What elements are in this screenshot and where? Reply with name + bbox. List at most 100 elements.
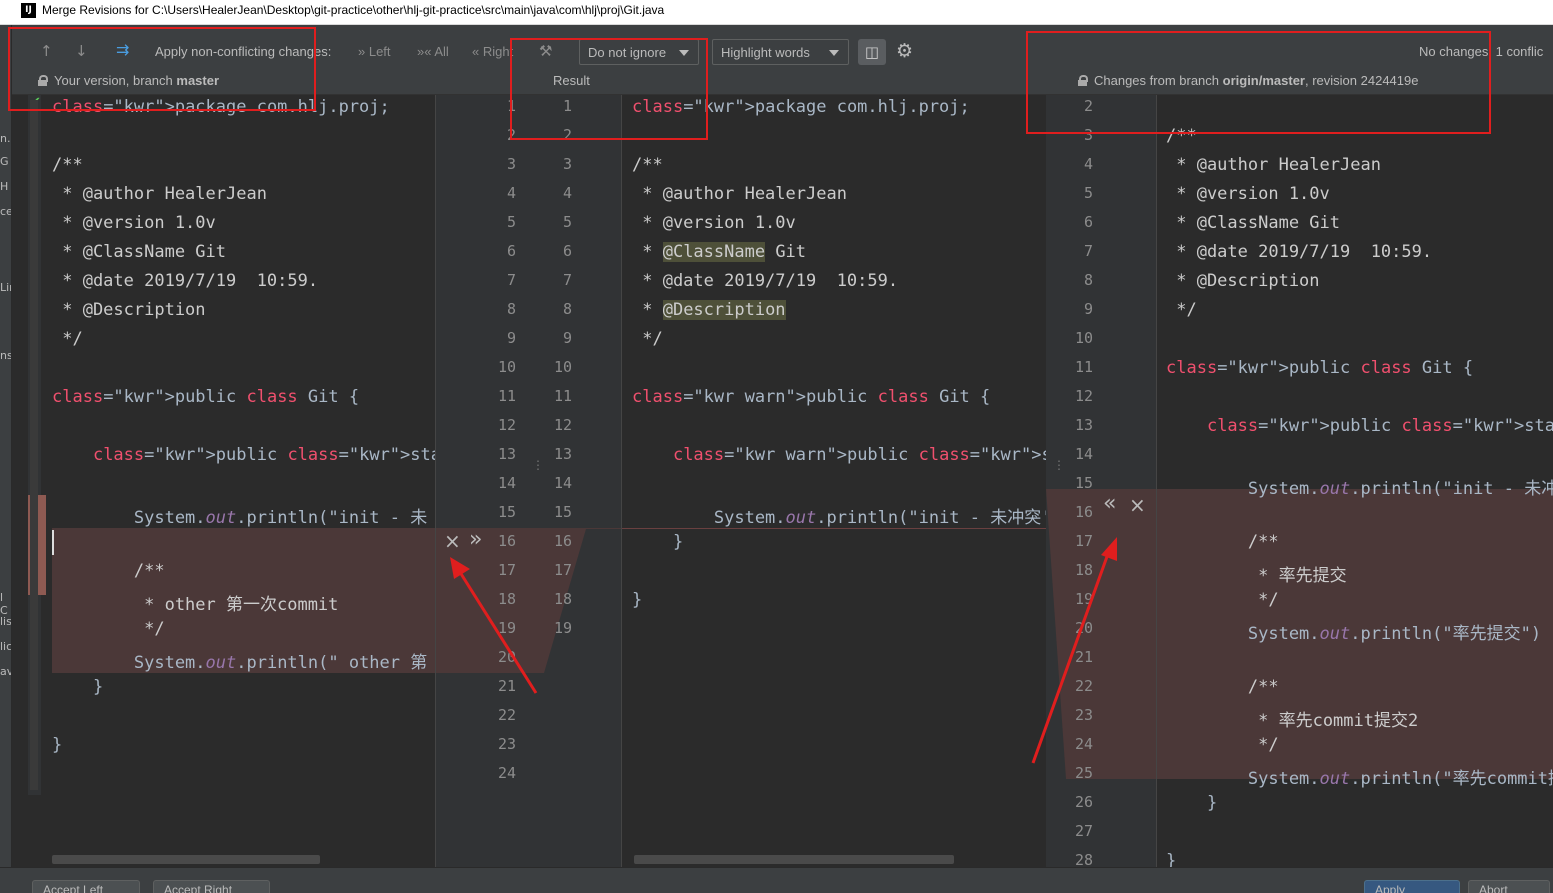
- code-line[interactable]: * @version 1.0v: [52, 213, 216, 242]
- code-line[interactable]: System.out.println("init - 未: [52, 503, 427, 532]
- code-line[interactable]: }: [52, 677, 103, 706]
- line-number: 14: [497, 474, 516, 492]
- code-line[interactable]: class="kwr warn">public class="kwr">stat…: [632, 445, 1046, 474]
- code-line[interactable]: * @Description: [52, 300, 205, 329]
- window-titlebar: IJ Merge Revisions for C:\Users\HealerJe…: [0, 0, 1553, 25]
- code-line[interactable]: /**: [52, 561, 165, 590]
- code-line[interactable]: * @date 2019/7/19 10:59.: [52, 271, 318, 300]
- left-editor-pane[interactable]: ✔ class="kwr">package com.hlj.proj;/** *…: [12, 95, 436, 867]
- result-horizontal-scrollbar[interactable]: [634, 855, 954, 864]
- line-number: 8: [506, 300, 516, 318]
- center-gutter: × » 1 2 3 4 5 6 7 8 9 10 11 12 13 14 15 16 17 18 19 20 21 22 2…: [436, 95, 622, 867]
- accept-left-button[interactable]: Accept Left: [32, 880, 140, 893]
- line-number: 12: [1074, 387, 1093, 405]
- highlight-mode-select[interactable]: Highlight words: [712, 39, 849, 65]
- splitter-grip-icon[interactable]: ⋮: [532, 458, 544, 472]
- line-number: 24: [497, 764, 516, 782]
- code-line[interactable]: */: [52, 329, 82, 358]
- line-number: 13: [1074, 416, 1093, 434]
- background-window-label: G: [0, 155, 9, 168]
- line-number: 4: [562, 184, 572, 202]
- code-line[interactable]: * other 第一次commit: [52, 590, 338, 619]
- line-number: 9: [562, 329, 572, 347]
- code-line[interactable]: * @ClassName Git: [632, 242, 806, 271]
- code-line[interactable]: /**: [52, 155, 83, 184]
- line-number: 7: [562, 271, 572, 289]
- gear-icon[interactable]: ⚙: [896, 40, 913, 62]
- code-line[interactable]: class="kwr">public class Git {: [52, 387, 359, 416]
- line-number: 6: [506, 242, 516, 260]
- code-line[interactable]: * @author HealerJean: [52, 184, 267, 213]
- code-line[interactable]: */: [1166, 590, 1278, 619]
- code-line[interactable]: * @ClassName Git: [1166, 213, 1340, 242]
- line-number: 9: [1083, 300, 1093, 318]
- code-line[interactable]: }: [1166, 851, 1176, 867]
- code-line[interactable]: */: [632, 329, 662, 358]
- accept-right-icon[interactable]: «: [1103, 491, 1116, 516]
- code-line[interactable]: * @author HealerJean: [1166, 155, 1381, 184]
- code-line[interactable]: class="kwr warn">public class Git {: [632, 387, 990, 416]
- line-number: 6: [1083, 213, 1093, 231]
- background-window-label: ns: [0, 349, 12, 362]
- line-number: 14: [1074, 445, 1093, 463]
- right-editor-pane[interactable]: /** * @author HealerJean * @version 1.0v…: [1156, 95, 1553, 867]
- code-line[interactable]: class="kwr">public class="kwr">static cl…: [1166, 416, 1553, 445]
- apply-right-button[interactable]: « Right: [472, 44, 513, 59]
- code-line[interactable]: * @date 2019/7/19 10:59.: [1166, 242, 1432, 271]
- line-number: 15: [497, 503, 516, 521]
- abort-button[interactable]: Abort: [1468, 880, 1550, 893]
- left-vertical-scrollbar[interactable]: [30, 100, 38, 790]
- apply-left-button[interactable]: » Left: [358, 44, 391, 59]
- line-number: 4: [1083, 155, 1093, 173]
- code-line[interactable]: }: [632, 532, 683, 561]
- code-line[interactable]: }: [52, 735, 62, 764]
- code-line[interactable]: System.out.println("init - 未冲: [1166, 474, 1553, 503]
- code-line[interactable]: class="kwr">public class="kwr">static cl…: [52, 445, 436, 474]
- line-number: 4: [506, 184, 516, 202]
- code-line[interactable]: * @version 1.0v: [632, 213, 796, 242]
- apply-all-button[interactable]: »« All: [417, 44, 449, 59]
- code-line[interactable]: System.out.println("率先commit提: [1166, 764, 1553, 793]
- line-number: 23: [497, 735, 516, 753]
- code-line[interactable]: System.out.println(" other 第: [52, 648, 427, 677]
- line-number: 26: [1074, 793, 1093, 811]
- code-line[interactable]: * 率先提交: [1166, 561, 1346, 590]
- sync-scroll-icon[interactable]: ◫: [858, 39, 886, 65]
- intellij-app-icon: IJ: [21, 3, 36, 18]
- code-line[interactable]: System.out.println("init - 未冲突': [632, 503, 1046, 532]
- code-line[interactable]: * @version 1.0v: [1166, 184, 1330, 213]
- code-line[interactable]: */: [52, 619, 164, 648]
- bottom-action-bar: Accept Left Accept Right Apply Abort: [0, 867, 1553, 893]
- reject-left-icon[interactable]: ×: [444, 529, 461, 553]
- line-number: 15: [1074, 474, 1093, 492]
- code-line[interactable]: * @ClassName Git: [52, 242, 226, 271]
- code-line[interactable]: }: [1166, 793, 1217, 822]
- line-number: 3: [506, 155, 516, 173]
- code-line[interactable]: /**: [1166, 677, 1279, 706]
- code-line[interactable]: class="kwr">public class Git {: [1166, 358, 1473, 387]
- apply-button[interactable]: Apply: [1364, 880, 1460, 893]
- line-number: 3: [562, 155, 572, 173]
- code-line[interactable]: System.out.println("率先提交"): [1166, 619, 1541, 648]
- code-line[interactable]: /**: [1166, 532, 1279, 561]
- code-line[interactable]: */: [1166, 300, 1196, 329]
- splitter-grip-icon[interactable]: ⋮: [1053, 458, 1065, 472]
- code-line[interactable]: * @date 2019/7/19 10:59.: [632, 271, 898, 300]
- code-line[interactable]: */: [1166, 735, 1278, 764]
- line-number: 7: [506, 271, 516, 289]
- pane-divider: [1156, 95, 1157, 867]
- left-horizontal-scrollbar[interactable]: [52, 855, 320, 864]
- reject-right-icon[interactable]: ×: [1129, 493, 1146, 517]
- code-line[interactable]: * @author HealerJean: [632, 184, 847, 213]
- code-line[interactable]: * 率先commit提交2: [1166, 706, 1418, 735]
- code-line[interactable]: * @Description: [1166, 271, 1319, 300]
- code-line[interactable]: }: [632, 590, 642, 619]
- line-number: 5: [506, 213, 516, 231]
- line-number: 12: [553, 416, 572, 434]
- code-line[interactable]: /**: [632, 155, 663, 184]
- line-number: 11: [1074, 358, 1093, 376]
- accept-right-button[interactable]: Accept Right: [153, 880, 270, 893]
- code-line[interactable]: * @Description: [632, 300, 786, 329]
- result-editor-pane[interactable]: class="kwr">package com.hlj.proj;/** * @…: [622, 95, 1046, 867]
- background-window-label: n.l: [0, 132, 11, 145]
